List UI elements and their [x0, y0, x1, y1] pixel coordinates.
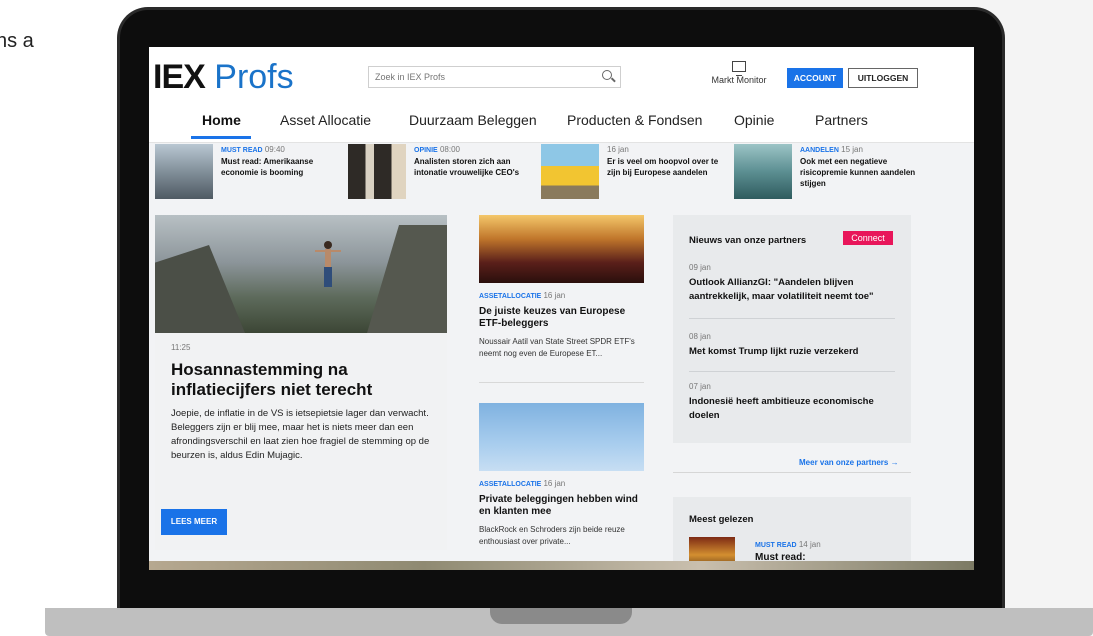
partner-title[interactable]: Met komst Trump lijkt ruzie verzekerd	[689, 345, 899, 359]
card-title[interactable]: Private beleggingen hebben wind en klant…	[479, 494, 644, 518]
card-title[interactable]: De juiste keuzes van Europese ETF-belegg…	[479, 306, 644, 330]
site-logo[interactable]: IEX Profs	[153, 57, 294, 97]
article-card[interactable]: ASSETALLOCATIE 16 jan De juiste keuzes v…	[479, 215, 644, 360]
logo-iex: IEX	[153, 58, 206, 96]
strip-thumb-sea	[734, 144, 792, 199]
strip-thumb-car	[541, 144, 599, 199]
strip-title[interactable]: Ook met een negatieve risicopremie kunne…	[800, 156, 920, 189]
card-tag: ASSETALLOCATIE	[479, 293, 542, 300]
hero-time: 11:25	[171, 343, 191, 352]
partner-divider	[689, 371, 895, 372]
hero-title[interactable]: Hosannastemming na inflatiecijfers niet …	[171, 360, 441, 400]
strip-time: 15 jan	[841, 145, 863, 154]
account-button[interactable]: ACCOUNT	[787, 68, 843, 88]
partner-item[interactable]: 07 jan Indonesië heeft ambitieuze econom…	[689, 382, 899, 423]
strip-title[interactable]: Analisten storen zich aan intonatie vrou…	[414, 156, 534, 178]
hero-image	[155, 215, 447, 333]
strip-tag: MUST READ	[221, 147, 263, 154]
strip-thumb-city	[155, 144, 213, 199]
strip-time: 16 jan	[607, 145, 629, 154]
logo-profs: Profs	[214, 58, 294, 96]
bottom-image-strip	[149, 561, 974, 570]
main-nav: Home Asset Allocatie Duurzaam Beleggen P…	[149, 110, 974, 140]
site-header: IEX Profs Markt Monitor ACCOUNT UITLOGGE…	[149, 47, 974, 143]
card-tag: ASSETALLOCATIE	[479, 481, 542, 488]
search-box[interactable]	[368, 66, 621, 88]
hero-person-icon	[315, 241, 341, 287]
partners-panel: Nieuws van onze partners Connect 09 jan …	[673, 215, 911, 443]
strip-time: 08:00	[439, 145, 460, 154]
hero-article[interactable]: 11:25 Hosannastemming na inflatiecijfers…	[155, 215, 447, 550]
most-read-tag: MUST READ	[755, 542, 797, 549]
markt-monitor-link[interactable]: Markt Monitor	[704, 61, 774, 85]
card-image-kites	[479, 403, 644, 471]
hero-body: Joepie, de inflatie in de VS is ietsepie…	[171, 408, 430, 461]
search-icon[interactable]	[602, 70, 612, 80]
most-read-panel: Meest gelezen MUST READ 14 jan Must read…	[673, 497, 911, 570]
nav-active-indicator	[191, 136, 251, 139]
arrow-right-icon: →	[890, 458, 899, 467]
strip-title[interactable]: Er is veel om hoopvol over te zijn bij E…	[607, 156, 727, 178]
most-read-title: Meest gelezen	[689, 514, 754, 525]
partner-date: 08 jan	[689, 332, 711, 341]
nav-duurzaam-beleggen[interactable]: Duurzaam Beleggen	[409, 112, 537, 128]
nav-partners[interactable]: Partners	[815, 112, 868, 128]
strip-thumb-faces	[348, 144, 406, 199]
strip-tag: AANDELEN	[800, 147, 839, 154]
lees-meer-button[interactable]: LEES MEER	[161, 509, 227, 535]
strip-time: 09:40	[264, 145, 285, 154]
article-card[interactable]: ASSETALLOCATIE 16 jan Private belegginge…	[479, 403, 644, 548]
partner-title[interactable]: Indonesië heeft ambitieuze economische d…	[689, 395, 899, 423]
most-read-date: 14 jan	[798, 540, 821, 549]
search-input[interactable]	[369, 67, 589, 87]
nav-producten-fondsen[interactable]: Producten & Fondsen	[567, 112, 702, 128]
laptop-notch	[490, 608, 632, 624]
card-body: Noussair Aatil van State Street SPDR ETF…	[479, 337, 635, 358]
nav-home[interactable]: Home	[202, 112, 241, 128]
card-divider	[479, 382, 644, 383]
partner-date: 07 jan	[689, 382, 711, 391]
partner-divider	[689, 318, 895, 319]
laptop-screen: IEX Profs Markt Monitor ACCOUNT UITLOGGE…	[149, 47, 974, 570]
card-date: 16 jan	[543, 291, 566, 300]
partners-title: Nieuws van onze partners	[689, 235, 807, 246]
monitor-icon	[732, 61, 746, 76]
partner-item[interactable]: 09 jan Outlook AllianzGI: "Aandelen blij…	[689, 263, 899, 304]
logout-button[interactable]: UITLOGGEN	[848, 68, 918, 88]
hero-cliff-left	[155, 245, 245, 333]
cropped-text: ns a	[0, 30, 34, 52]
hero-cliff-right	[367, 225, 447, 333]
partner-date: 09 jan	[689, 263, 711, 272]
card-body: BlackRock en Schroders zijn beide reuze …	[479, 525, 625, 546]
partner-item[interactable]: 08 jan Met komst Trump lijkt ruzie verze…	[689, 332, 899, 359]
connect-badge[interactable]: Connect	[843, 231, 893, 245]
more-partners-link[interactable]: Meer van onze partners →	[799, 458, 899, 467]
partners-divider	[673, 472, 911, 473]
nav-opinie[interactable]: Opinie	[734, 112, 774, 128]
nav-asset-allocatie[interactable]: Asset Allocatie	[280, 112, 371, 128]
more-partners-label: Meer van onze partners	[799, 458, 889, 467]
card-image-concert	[479, 215, 644, 283]
strip-tag: OPINIE	[414, 147, 438, 154]
card-date: 16 jan	[543, 479, 566, 488]
markt-monitor-label: Markt Monitor	[711, 75, 767, 85]
strip-title[interactable]: Must read: Amerikaanse economie is boomi…	[221, 156, 341, 178]
partner-title[interactable]: Outlook AllianzGI: "Aandelen blijven aan…	[689, 276, 899, 304]
